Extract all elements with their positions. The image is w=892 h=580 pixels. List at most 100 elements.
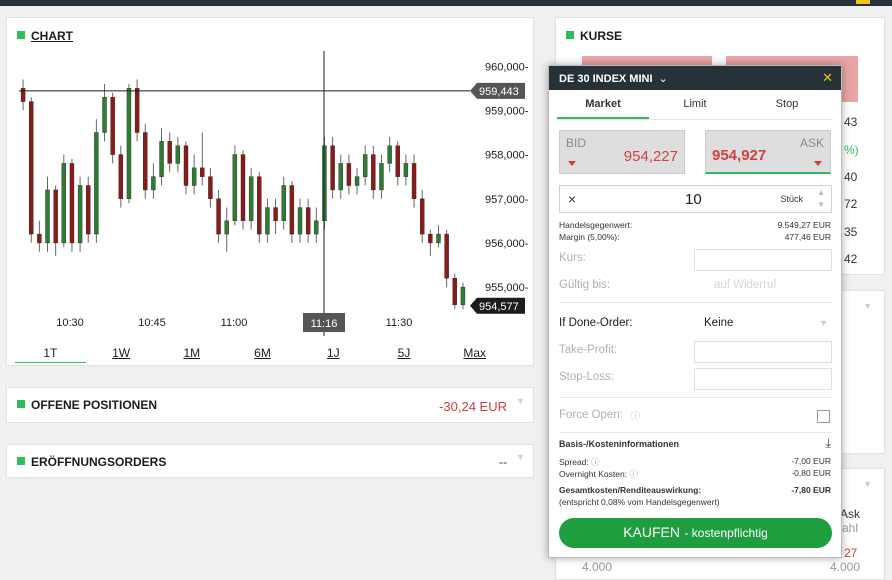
orders-marker-icon (17, 457, 25, 465)
candlestick-chart[interactable]: 960,000- 959,000- 958,000- 957,000- 956,000-… (7, 18, 535, 367)
stepper-arrows-icon[interactable]: ▲ ▼ (817, 187, 825, 211)
buy-button[interactable]: KAUFEN - kostenpflichtig (559, 518, 832, 548)
chevron-down-icon[interactable]: ▼ (863, 301, 872, 311)
price-tick-label: 955,000- (485, 282, 529, 294)
candle-body (314, 220, 319, 235)
candle-body (297, 207, 303, 235)
chevron-down-icon[interactable]: ▼ (863, 479, 872, 489)
candle-body (444, 233, 449, 279)
price-input (694, 249, 832, 271)
price-tick-label: 958,000- (485, 150, 529, 162)
candle-body (77, 185, 83, 244)
ticket-header: DE 30 INDEX MINI ⌄ ✕ (549, 66, 841, 90)
bid-quote-button[interactable]: BID 954,227 (559, 130, 685, 174)
instrument-name[interactable]: DE 30 INDEX MINI (559, 73, 653, 85)
candle-body (20, 88, 26, 102)
timeframe-1m[interactable]: 1M (156, 345, 227, 363)
open-positions-title: OFFENE POSITIONEN (31, 398, 158, 412)
open-orders-title: ERÖFFNUNGSORDERS (31, 455, 167, 469)
timeframe-5j[interactable]: 5J (369, 345, 440, 363)
valid-until-row: Gültig bis: auf Widerruf (559, 276, 832, 298)
ask-column-header: Ask (840, 507, 861, 521)
candle-body (379, 163, 384, 191)
clear-icon[interactable]: × (568, 191, 576, 207)
open-orders-panel[interactable]: ERÖFFNUNGSORDERS -- ▼ (6, 444, 534, 478)
crosshair-price-label: 959,443 (479, 86, 519, 98)
close-icon[interactable]: ✕ (822, 70, 833, 86)
candle-body (94, 132, 99, 235)
candle-body (346, 163, 352, 186)
tab-market[interactable]: Market (557, 90, 649, 119)
quotes-marker-icon (566, 31, 574, 39)
if-done-row: If Done-Order: Keine ▼ (559, 314, 832, 336)
chevron-down-icon[interactable]: ▼ (516, 396, 525, 406)
timeframe-1j[interactable]: 1J (298, 345, 369, 363)
quotes-title: KURSE (580, 29, 623, 43)
candle-body (395, 145, 400, 177)
candle-body (420, 198, 425, 235)
ask-quote-button[interactable]: ASK 954,927 (705, 130, 831, 174)
candle-body (29, 101, 34, 235)
chevron-down-icon[interactable]: ▼ (819, 318, 828, 328)
candle-body (86, 185, 91, 235)
valid-until-value: auf Widerruf (714, 279, 777, 291)
candle-body (143, 132, 148, 191)
take-profit-input (694, 341, 832, 363)
timeframe-6m[interactable]: 6M (227, 345, 298, 363)
candle-body (208, 176, 213, 199)
quote-side-value: 43 (844, 115, 858, 129)
quantity-input[interactable]: 10 (685, 191, 702, 208)
candle-body (428, 233, 433, 244)
candle-body (354, 176, 360, 186)
overnight-label-text: Overnight Kosten: (559, 469, 628, 479)
chevron-down-icon[interactable]: ▼ (516, 452, 525, 462)
divider (559, 432, 832, 433)
open-positions-pnl: -30,24 EUR (439, 399, 507, 414)
margin-label: Margin (5,00%): (559, 232, 620, 242)
chevron-down-icon[interactable]: ⌄ (659, 72, 668, 85)
candle-body (240, 154, 246, 222)
order-ticket: DE 30 INDEX MINI ⌄ ✕ Market Limit Stop BI… (548, 65, 842, 558)
time-tick-label: 11:00 (221, 317, 248, 329)
total-cost-label: Gesamtkosten/Renditeauswirkung: (559, 485, 702, 495)
divider (559, 302, 832, 303)
tab-limit[interactable]: Limit (649, 90, 741, 119)
stop-loss-row: Stop-Loss: (559, 368, 832, 390)
timeframe-1t[interactable]: 1T (15, 345, 86, 363)
stop-loss-label: Stop-Loss: (559, 371, 614, 383)
divider (559, 397, 832, 398)
timeframe-1w[interactable]: 1W (86, 345, 157, 363)
price-down-icon (568, 161, 576, 166)
spread-label-text: Spread: (559, 457, 589, 467)
tab-stop[interactable]: Stop (741, 90, 833, 119)
force-open-checkbox[interactable] (817, 410, 830, 423)
price-down-icon (814, 161, 822, 166)
candle-body (183, 145, 189, 186)
open-positions-panel[interactable]: OFFENE POSITIONEN -30,24 EUR ▼ (6, 387, 534, 423)
candle-body (224, 220, 229, 235)
stop-loss-input (694, 368, 832, 390)
download-icon[interactable]: ⤓ (826, 436, 831, 451)
order-type-tabs: Market Limit Stop (557, 90, 833, 120)
spread-value: -7,00 EUR (791, 456, 831, 466)
if-done-select[interactable]: Keine (704, 317, 733, 329)
take-profit-label: Take-Profit: (559, 344, 618, 356)
quantity-stepper[interactable]: × 10 Stück ▲ ▼ (559, 185, 832, 213)
time-tick-label: 11:30 (386, 317, 413, 329)
candle-body (134, 88, 140, 133)
candle-body (387, 145, 392, 164)
timeframe-max[interactable]: Max (439, 345, 510, 363)
open-orders-header: ERÖFFNUNGSORDERS (17, 455, 166, 469)
if-done-label: If Done-Order: (559, 317, 633, 329)
take-profit-row: Take-Profit: (559, 341, 832, 363)
candle-body (265, 207, 270, 235)
candle-body (305, 207, 311, 235)
info-icon[interactable]: ⓘ (629, 469, 638, 479)
info-icon[interactable]: ⓘ (631, 409, 640, 422)
price-tick-label: 957,000- (485, 194, 529, 206)
candle-body (216, 198, 221, 235)
price-tick-label: 960,000- (485, 61, 529, 73)
positions-marker-icon (17, 400, 25, 408)
info-icon[interactable]: ⓘ (591, 457, 600, 467)
notification-indicator[interactable] (856, 0, 870, 4)
